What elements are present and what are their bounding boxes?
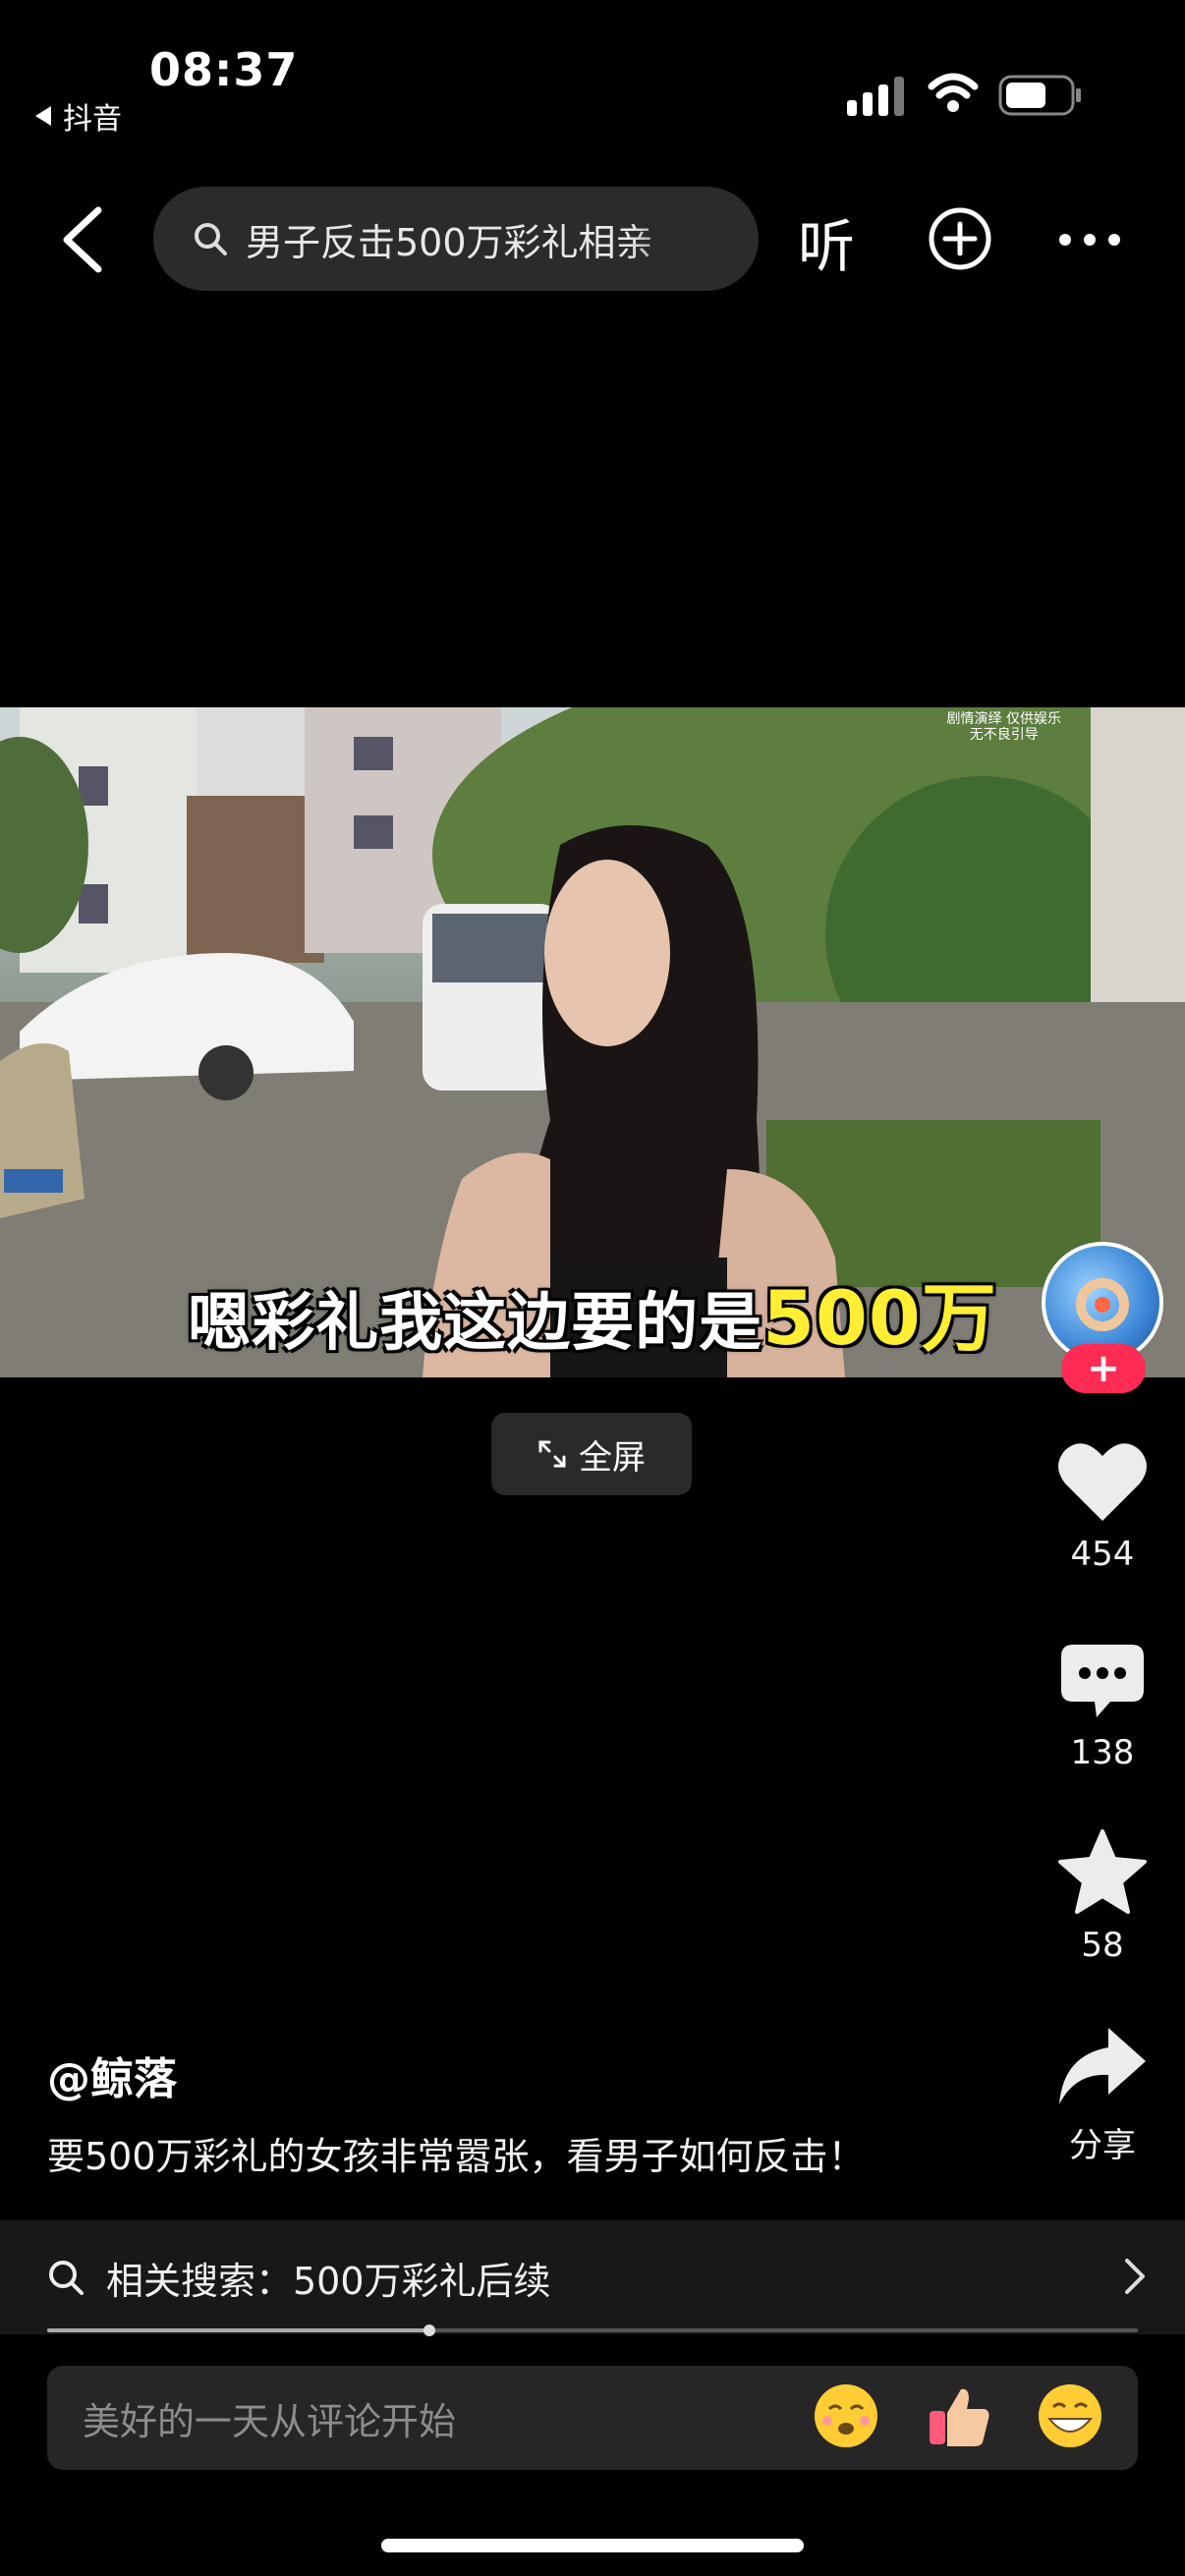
watermark-line-2: 无不良引导 xyxy=(969,727,1039,743)
search-query: 男子反击500万彩礼相亲 xyxy=(246,220,653,264)
follow-button[interactable]: + xyxy=(1061,1344,1146,1393)
share-icon xyxy=(1059,2028,1146,2104)
fullscreen-button[interactable]: 全屏 xyxy=(491,1413,692,1495)
search-bar[interactable]: 男子反击500万彩礼相亲 xyxy=(153,187,759,291)
comment-count: 138 xyxy=(1070,1733,1135,1772)
emoji-grin-icon[interactable] xyxy=(1036,2381,1104,2450)
comment-placeholder: 美好的一天从评论开始 xyxy=(83,2399,457,2443)
plus-circle-icon[interactable] xyxy=(928,206,992,271)
favorite-action[interactable]: 58 xyxy=(1042,1829,1163,1965)
listen-button[interactable]: 听 xyxy=(798,200,855,283)
comment-icon xyxy=(1061,1645,1144,1717)
back-to-app[interactable]: 抖音 xyxy=(35,94,122,138)
emoji-thumbs-up-icon[interactable] xyxy=(924,2381,992,2450)
emoji-moved-icon[interactable] xyxy=(812,2381,880,2450)
share-action[interactable]: 分享 xyxy=(1042,2024,1163,2166)
related-search-bar[interactable]: 相关搜索：500万彩礼后续 xyxy=(0,2220,1185,2334)
expand-icon xyxy=(538,1440,566,1468)
post-description: 要500万彩礼的女孩非常嚣张，看男子如何反击！ xyxy=(47,2135,866,2178)
favorite-count: 58 xyxy=(1081,1926,1124,1965)
subtitle-text: 嗯彩礼我这边要的是 xyxy=(188,1287,763,1360)
fullscreen-label: 全屏 xyxy=(579,1437,646,1478)
author-name[interactable]: @鲸落 xyxy=(47,2044,177,2106)
status-time: 08:37 xyxy=(149,43,299,96)
search-icon xyxy=(49,2261,84,2295)
battery-icon xyxy=(998,75,1081,116)
video-player[interactable]: 剧情演绎 仅供娱乐 无不良引导 嗯彩礼我这边要的是500万 xyxy=(0,707,1185,1377)
wifi-icon xyxy=(928,73,979,112)
like-count: 454 xyxy=(1070,1535,1135,1574)
subtitle-highlight: 500万 xyxy=(762,1274,997,1362)
video-progress-fill xyxy=(47,2328,429,2332)
video-watermark: 剧情演绎 仅供娱乐 无不良引导 xyxy=(947,711,1061,743)
home-indicator[interactable] xyxy=(381,2539,804,2552)
follow-plus-icon: + xyxy=(1087,1346,1120,1391)
cellular-signal-icon xyxy=(847,77,904,116)
video-progress-handle[interactable] xyxy=(423,2324,435,2336)
like-action[interactable]: 454 xyxy=(1042,1440,1163,1574)
comment-action[interactable]: 138 xyxy=(1042,1643,1163,1772)
watermark-line-1: 剧情演绎 仅供娱乐 xyxy=(946,711,1061,727)
back-icon[interactable] xyxy=(55,204,110,275)
back-triangle-icon xyxy=(35,106,51,126)
chevron-right-icon xyxy=(1125,2259,1145,2294)
more-icon[interactable] xyxy=(1057,232,1122,248)
video-subtitle: 嗯彩礼我这边要的是500万 xyxy=(0,1258,1185,1366)
back-app-label: 抖音 xyxy=(63,102,122,137)
heart-icon xyxy=(1058,1443,1147,1521)
avatar-image xyxy=(1076,1278,1129,1331)
related-search-text: 相关搜索：500万彩礼后续 xyxy=(106,2259,551,2303)
star-icon xyxy=(1058,1829,1147,1914)
search-icon xyxy=(195,223,227,255)
share-label: 分享 xyxy=(1069,2126,1136,2165)
